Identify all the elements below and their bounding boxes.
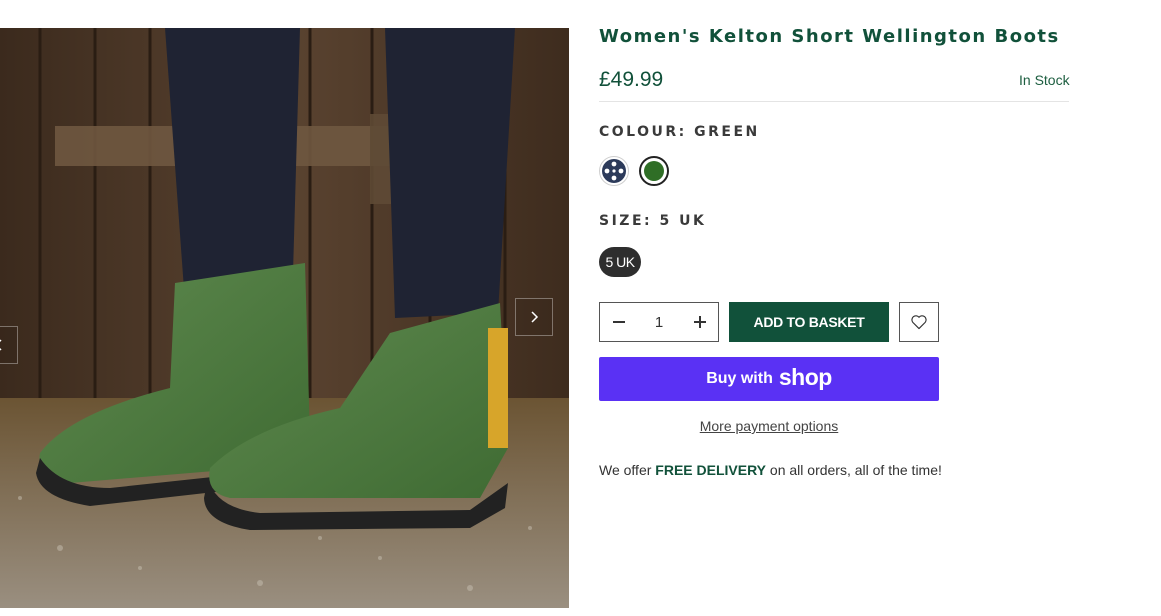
shop-logo: shop	[778, 364, 832, 390]
gallery-prev-button[interactable]	[0, 326, 18, 364]
quantity-stepper	[599, 302, 719, 342]
delivery-suffix: on all orders, all of the time!	[766, 462, 942, 478]
green-swatch-fill	[644, 161, 664, 181]
product-title: Women's Kelton Short Wellington Boots	[599, 26, 1060, 47]
boots-photo	[0, 28, 569, 608]
product-price: £49.99	[599, 68, 664, 91]
delivery-highlight: FREE DELIVERY	[655, 462, 767, 478]
buy-with-label: Buy with	[706, 370, 773, 387]
quantity-increase-button[interactable]	[681, 303, 718, 341]
quantity-input[interactable]	[637, 312, 681, 332]
delivery-message: We offer FREE DELIVERY on all orders, al…	[599, 462, 942, 478]
size-label: SIZE: 5 UK	[599, 213, 707, 229]
minus-icon	[612, 321, 625, 323]
wishlist-button[interactable]	[899, 302, 939, 342]
more-payment-options-link[interactable]: More payment options	[599, 418, 939, 434]
plus-icon	[693, 316, 706, 328]
gallery-next-button[interactable]	[515, 298, 553, 336]
colour-label: COLOUR: GREEN	[599, 124, 760, 140]
swatch-navy-pattern[interactable]	[599, 156, 629, 186]
divider	[599, 101, 1069, 102]
navy-pattern-swatch-icon	[602, 159, 626, 183]
heart-icon	[911, 315, 927, 330]
delivery-prefix: We offer	[599, 462, 656, 478]
add-to-basket-button[interactable]: ADD TO BASKET	[729, 302, 889, 342]
size-option-5uk[interactable]: 5 UK	[599, 247, 641, 277]
stock-status: In Stock	[1019, 72, 1070, 88]
chevron-right-icon	[531, 311, 539, 323]
quantity-decrease-button[interactable]	[600, 303, 637, 341]
chevron-left-icon	[0, 339, 2, 351]
product-image[interactable]	[0, 28, 569, 608]
swatch-green[interactable]	[639, 156, 669, 186]
buy-with-shop-button[interactable]: Buy with shop	[599, 357, 939, 401]
